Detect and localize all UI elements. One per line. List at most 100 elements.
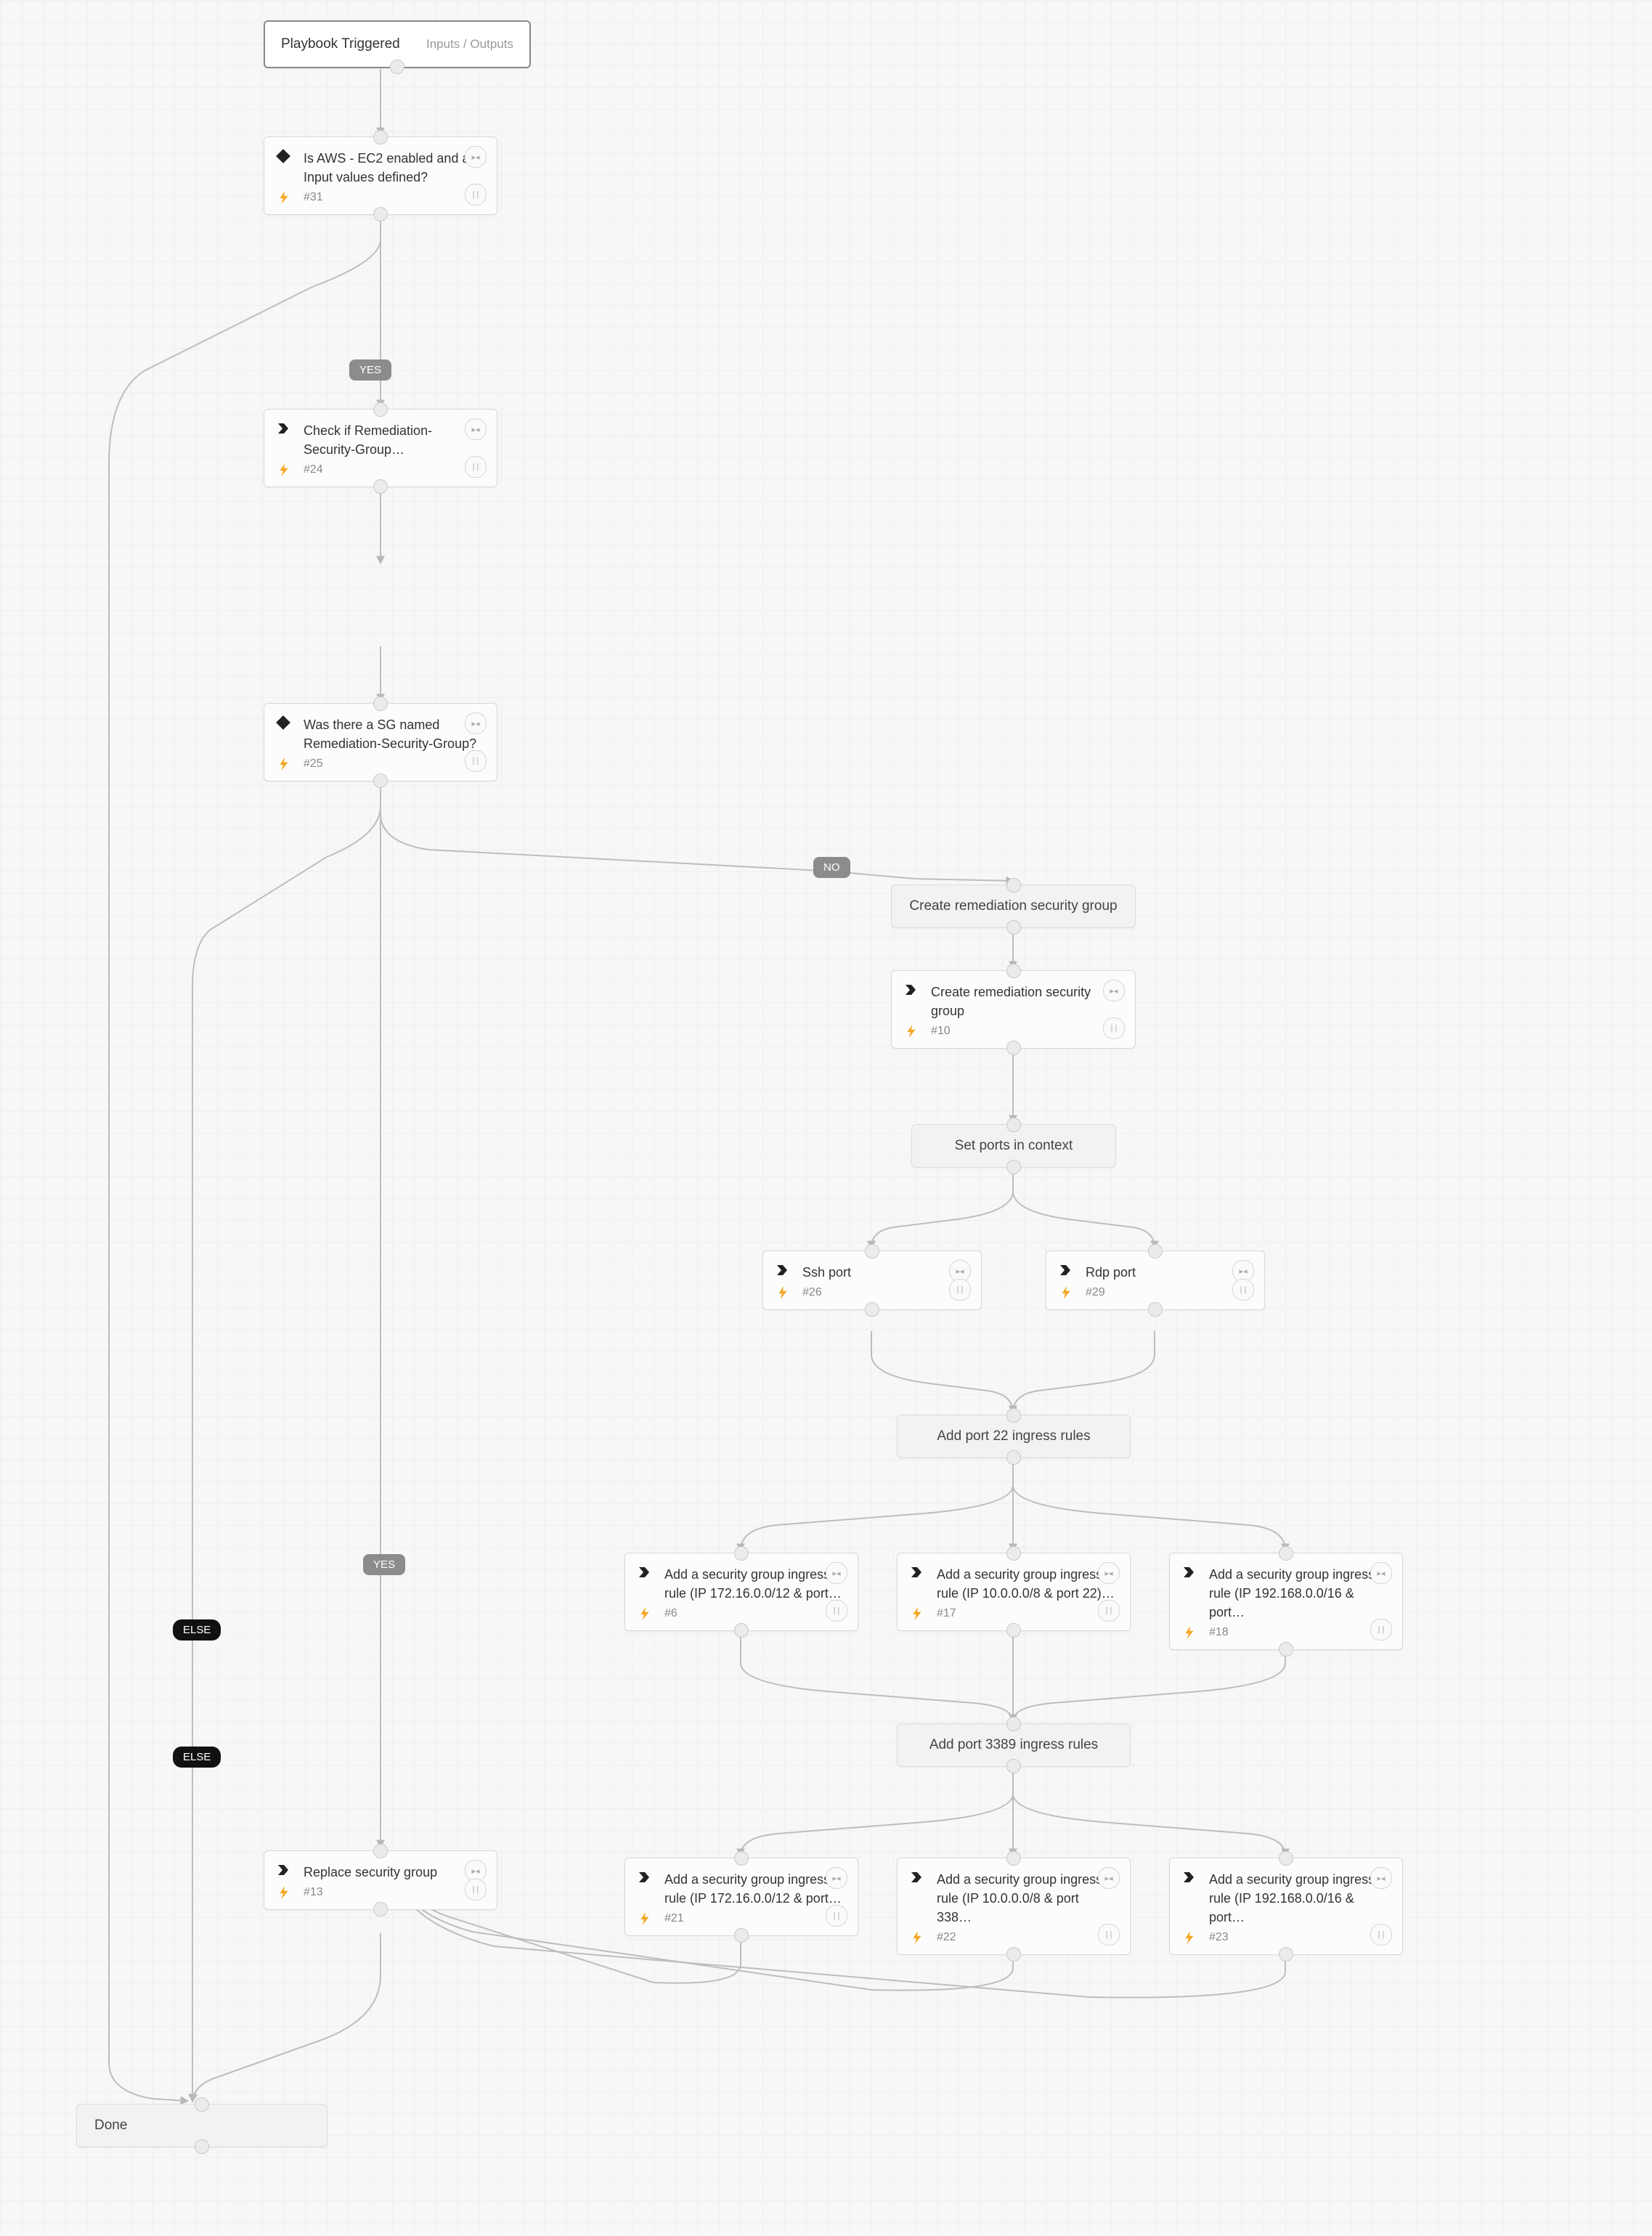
task-title: Add a security group ingress rule (IP 17… xyxy=(664,1565,845,1603)
bolt-icon xyxy=(277,757,290,771)
task-id: #23 xyxy=(1209,1931,1389,1944)
expand-icon[interactable]: ▸◂ xyxy=(465,418,487,440)
node-ingress-172-22[interactable]: Add a security group ingress rule (IP 17… xyxy=(624,1553,858,1631)
edge-label-else: ELSE xyxy=(173,1619,221,1641)
port-out[interactable] xyxy=(734,1623,749,1638)
node-check-remediation-sg[interactable]: Check if Remediation-Security-Group… #24… xyxy=(264,409,497,487)
pause-icon[interactable]: | | xyxy=(949,1279,971,1301)
task-id: #21 xyxy=(664,1912,845,1925)
section-create-remediation-sg[interactable]: Create remediation security group xyxy=(891,885,1136,928)
port-in[interactable] xyxy=(373,696,388,711)
port-out[interactable] xyxy=(734,1928,749,1943)
port-in[interactable] xyxy=(865,1244,879,1259)
task-title: Rdp port xyxy=(1086,1263,1251,1282)
node-ingress-10-3389[interactable]: Add a security group ingress rule (IP 10… xyxy=(897,1858,1131,1955)
section-add-port-3389[interactable]: Add port 3389 ingress rules xyxy=(897,1723,1131,1767)
chevron-icon xyxy=(903,983,918,997)
port-out[interactable] xyxy=(1006,1160,1021,1174)
port-out[interactable] xyxy=(373,207,388,221)
expand-icon[interactable]: ▸◂ xyxy=(1098,1562,1120,1584)
pause-icon[interactable]: | | xyxy=(826,1600,847,1622)
section-add-port-22[interactable]: Add port 22 ingress rules xyxy=(897,1415,1131,1458)
chevron-icon xyxy=(276,421,290,436)
pause-icon[interactable]: | | xyxy=(465,184,487,206)
port-out[interactable] xyxy=(1148,1302,1163,1317)
start-node[interactable]: Playbook Triggered Inputs / Outputs xyxy=(264,20,531,68)
port-out[interactable] xyxy=(1006,1947,1021,1961)
bolt-icon xyxy=(277,1886,290,1899)
port-in[interactable] xyxy=(734,1851,749,1866)
port-out[interactable] xyxy=(1006,1041,1021,1055)
pause-icon[interactable]: | | xyxy=(1098,1924,1120,1946)
task-id: #29 xyxy=(1086,1286,1251,1299)
node-create-remediation-sg[interactable]: Create remediation security group #10 ▸◂… xyxy=(891,970,1136,1049)
expand-icon[interactable]: ▸◂ xyxy=(826,1867,847,1889)
port-in[interactable] xyxy=(373,402,388,417)
port-in[interactable] xyxy=(195,2097,209,2112)
task-title: Check if Remediation-Security-Group… xyxy=(304,421,484,459)
expand-icon[interactable]: ▸◂ xyxy=(1103,980,1125,1001)
done-node[interactable]: Done xyxy=(76,2104,327,2147)
port-in[interactable] xyxy=(1006,964,1021,978)
expand-icon[interactable]: ▸◂ xyxy=(826,1562,847,1584)
port-out[interactable] xyxy=(1279,1642,1293,1656)
port-in[interactable] xyxy=(1006,1851,1021,1866)
port-in[interactable] xyxy=(373,130,388,145)
pause-icon[interactable]: | | xyxy=(465,456,487,478)
pause-icon[interactable]: | | xyxy=(465,750,487,772)
node-ssh-port[interactable]: Ssh port #26 ▸◂ | | xyxy=(762,1251,982,1310)
pause-icon[interactable]: | | xyxy=(1370,1924,1392,1946)
expand-icon[interactable]: ▸◂ xyxy=(1370,1867,1392,1889)
port-in[interactable] xyxy=(1006,1408,1021,1423)
port-out[interactable] xyxy=(865,1302,879,1317)
task-title: Add a security group ingress rule (IP 10… xyxy=(937,1870,1117,1927)
port-in[interactable] xyxy=(1279,1851,1293,1866)
pause-icon[interactable]: | | xyxy=(1370,1619,1392,1641)
expand-icon[interactable]: ▸◂ xyxy=(1098,1867,1120,1889)
edge-label-yes: YES xyxy=(349,359,391,381)
port-in[interactable] xyxy=(1006,1717,1021,1731)
port-in[interactable] xyxy=(734,1546,749,1561)
node-ingress-10-22[interactable]: Add a security group ingress rule (IP 10… xyxy=(897,1553,1131,1631)
port-in[interactable] xyxy=(1148,1244,1163,1259)
pause-icon[interactable]: | | xyxy=(1103,1017,1125,1039)
node-ingress-192-22[interactable]: Add a security group ingress rule (IP 19… xyxy=(1169,1553,1403,1650)
expand-icon[interactable]: ▸◂ xyxy=(465,712,487,734)
task-title: Was there a SG named Remediation-Securit… xyxy=(304,715,484,753)
port-in[interactable] xyxy=(1279,1546,1293,1561)
node-replace-sg[interactable]: Replace security group #13 ▸◂ | | xyxy=(264,1850,497,1910)
bolt-icon xyxy=(1183,1931,1196,1944)
edge-label-no: NO xyxy=(813,857,850,878)
pause-icon[interactable]: | | xyxy=(1098,1600,1120,1622)
port-in[interactable] xyxy=(1006,1118,1021,1132)
port-in[interactable] xyxy=(373,1844,388,1858)
port-out[interactable] xyxy=(373,1902,388,1916)
expand-icon[interactable]: ▸◂ xyxy=(1370,1562,1392,1584)
port-out[interactable] xyxy=(373,479,388,494)
node-was-there-sg[interactable]: Was there a SG named Remediation-Securit… xyxy=(264,703,497,781)
port-out[interactable] xyxy=(1006,920,1021,935)
section-set-ports[interactable]: Set ports in context xyxy=(911,1124,1116,1168)
port-out[interactable] xyxy=(373,773,388,788)
port-in[interactable] xyxy=(1006,878,1021,893)
port-out[interactable] xyxy=(1279,1947,1293,1961)
pause-icon[interactable]: | | xyxy=(826,1905,847,1927)
inputs-outputs-link[interactable]: Inputs / Outputs xyxy=(426,37,513,52)
section-title: Create remediation security group xyxy=(909,898,1117,914)
node-condition-aws-ec2[interactable]: Is AWS - EC2 enabled and are Input value… xyxy=(264,137,497,215)
port-out[interactable] xyxy=(1006,1450,1021,1465)
port-out[interactable] xyxy=(195,2139,209,2154)
port-out[interactable] xyxy=(1006,1759,1021,1773)
node-rdp-port[interactable]: Rdp port #29 ▸◂ | | xyxy=(1046,1251,1265,1310)
task-id: #25 xyxy=(304,757,484,771)
node-ingress-192-3389[interactable]: Add a security group ingress rule (IP 19… xyxy=(1169,1858,1403,1955)
pause-icon[interactable]: | | xyxy=(1232,1279,1254,1301)
port-in[interactable] xyxy=(1006,1546,1021,1561)
port-out[interactable] xyxy=(1006,1623,1021,1638)
pause-icon[interactable]: | | xyxy=(465,1879,487,1900)
expand-icon[interactable]: ▸◂ xyxy=(465,146,487,168)
port-out[interactable] xyxy=(390,60,404,74)
node-ingress-172-3389[interactable]: Add a security group ingress rule (IP 17… xyxy=(624,1858,858,1936)
chevron-icon xyxy=(909,1565,924,1580)
start-title: Playbook Triggered xyxy=(281,36,400,52)
